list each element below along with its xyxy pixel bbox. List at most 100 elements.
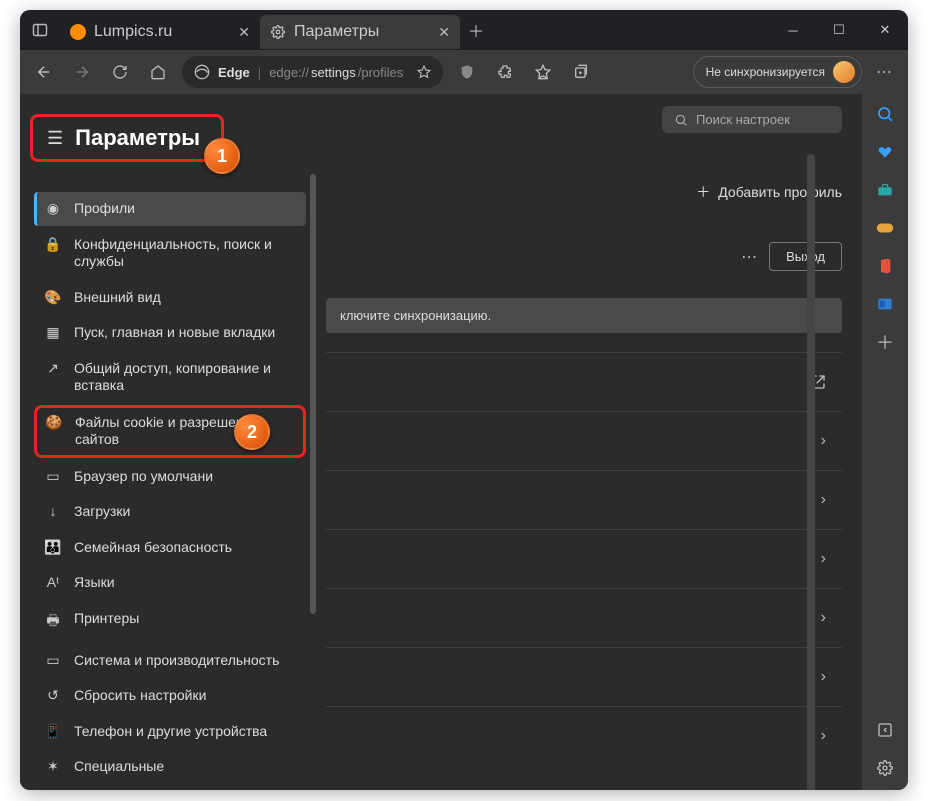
sidebar-scrollbar[interactable] xyxy=(310,174,316,614)
chevron-right-icon: › xyxy=(821,491,826,509)
settings-search[interactable]: Поиск настроек xyxy=(662,106,842,133)
sidebar-item-2[interactable]: 🎨Внешний вид xyxy=(34,281,306,315)
sidebar-outlook-icon[interactable] xyxy=(875,294,895,314)
more-options-icon[interactable]: ⋯ xyxy=(741,247,759,267)
sidebar-shopping-icon[interactable] xyxy=(875,142,895,162)
new-tab-button[interactable]: ＋ xyxy=(460,10,492,50)
menu-item-icon: ↗ xyxy=(44,360,62,377)
sidebar-collapse-icon[interactable] xyxy=(875,720,895,740)
sidebar-search-icon[interactable] xyxy=(875,104,895,124)
chevron-right-icon: › xyxy=(821,609,826,627)
sidebar-item-4[interactable]: ↗Общий доступ, копирование и вставка xyxy=(34,352,306,403)
menu-item-label: Конфиденциальность, поиск и службы xyxy=(74,236,296,271)
menu-item-label: Загрузки xyxy=(74,503,130,521)
sync-label: Не синхронизируется xyxy=(706,65,825,79)
chevron-right-icon: › xyxy=(821,668,826,686)
forward-button[interactable] xyxy=(68,58,96,86)
profile-sync-pill[interactable]: Не синхронизируется xyxy=(693,56,862,88)
menu-item-icon: 🔒 xyxy=(44,236,62,253)
sidebar-games-icon[interactable] xyxy=(875,218,895,238)
menu-item-icon: 📱 xyxy=(44,723,62,740)
content-area: Поиск настроек ＋ Добавить профиль ⋯ Выхо… xyxy=(20,94,908,790)
sidebar-item-12[interactable]: ↺Сбросить настройки xyxy=(34,679,306,713)
address-bar[interactable]: Edge | edge://settings/profiles xyxy=(182,56,443,88)
menu-item-icon: ▭ xyxy=(44,468,62,485)
menu-item-icon: 🍪 xyxy=(45,414,63,431)
sign-out-button[interactable]: Выход xyxy=(769,242,842,271)
menu-item-icon: 🎨 xyxy=(44,289,62,306)
menu-item-label: Профили xyxy=(74,200,135,218)
search-placeholder: Поиск настроек xyxy=(696,112,790,127)
chevron-right-icon: › xyxy=(821,727,826,745)
sidebar-item-13[interactable]: 📱 Телефон и другие устройства xyxy=(34,715,306,749)
sidebar-item-11[interactable]: ▭ Система и производительность xyxy=(34,644,306,678)
sidebar-office-icon[interactable] xyxy=(875,256,895,276)
chevron-right-icon: › xyxy=(821,550,826,568)
app-menu-button[interactable]: ⋯ xyxy=(872,62,898,82)
search-icon xyxy=(674,113,688,127)
home-button[interactable] xyxy=(144,58,172,86)
maximize-button[interactable]: ☐ xyxy=(816,10,862,50)
settings-title: Параметры xyxy=(75,125,200,151)
reload-button[interactable] xyxy=(106,58,134,86)
extensions-icon[interactable] xyxy=(491,58,519,86)
settings-header: ☰ Параметры xyxy=(30,114,224,162)
sidebar-item-8[interactable]: 👪 Семейная безопасность xyxy=(34,531,306,565)
sidebar-item-9[interactable]: AᵗЯзыки xyxy=(34,566,306,600)
menu-item-icon: ◉ xyxy=(44,200,62,217)
annotation-callout-2: 2 xyxy=(234,414,270,450)
favorite-star-icon[interactable] xyxy=(417,65,431,79)
menu-item-label: Принтеры xyxy=(74,610,139,628)
sidebar-item-1[interactable]: 🔒 Конфиденциальность, поиск и службы xyxy=(34,228,306,279)
tab-actions-icon[interactable] xyxy=(20,10,60,50)
settings-favicon-icon xyxy=(270,24,286,40)
settings-row[interactable]: › xyxy=(326,470,842,529)
menu-item-icon: ▭ xyxy=(44,652,62,669)
menu-item-label: Система и производительность xyxy=(74,652,279,670)
menu-item-icon: 🖶 xyxy=(44,610,62,634)
settings-row[interactable]: › xyxy=(326,411,842,470)
browser-window: Lumpics.ru ✕ Параметры ✕ ＋ ─ ☐ ✕ xyxy=(20,10,908,790)
settings-row[interactable]: › xyxy=(326,647,842,706)
collections-icon[interactable] xyxy=(567,58,595,86)
sidebar-item-6[interactable]: ▭Браузер по умолчани xyxy=(34,460,306,494)
menu-item-icon: ✶ xyxy=(44,758,62,775)
tab-lumpics[interactable]: Lumpics.ru ✕ xyxy=(60,15,260,49)
tab-settings[interactable]: Параметры ✕ xyxy=(260,15,460,49)
menu-item-label: Сбросить настройки xyxy=(74,687,206,705)
settings-row[interactable]: › xyxy=(326,706,842,765)
menu-item-label: Телефон и другие устройства xyxy=(74,723,267,741)
sidebar-tools-icon[interactable] xyxy=(875,180,895,200)
sidebar-settings-icon[interactable] xyxy=(875,758,895,778)
menu-item-icon: Aᵗ xyxy=(44,574,62,590)
shield-icon[interactable] xyxy=(453,58,481,86)
menu-item-label: Пуск, главная и новые вкладки xyxy=(74,324,275,342)
back-button[interactable] xyxy=(30,58,58,86)
sidebar-item-0[interactable]: ◉ Профили xyxy=(34,192,306,226)
menu-item-icon: 👪 xyxy=(44,539,62,556)
add-profile-button[interactable]: ＋ Добавить профиль xyxy=(696,182,842,202)
hamburger-icon[interactable]: ☰ xyxy=(47,128,63,149)
settings-row[interactable] xyxy=(326,352,842,411)
sidebar-add-icon[interactable]: ＋ xyxy=(875,332,895,352)
minimize-button[interactable]: ─ xyxy=(770,10,816,50)
tab-strip: Lumpics.ru ✕ Параметры ✕ ＋ xyxy=(60,10,770,50)
close-window-button[interactable]: ✕ xyxy=(862,10,908,50)
close-tab-icon[interactable]: ✕ xyxy=(438,24,450,41)
edge-logo-icon xyxy=(194,64,210,80)
profile-actions: ⋯ Выход xyxy=(741,242,842,271)
sidebar-item-3[interactable]: ▦Пуск, главная и новые вкладки xyxy=(34,316,306,350)
close-tab-icon[interactable]: ✕ xyxy=(238,24,250,41)
sidebar-item-7[interactable]: ↓Загрузки xyxy=(34,495,306,529)
window-controls: ─ ☐ ✕ xyxy=(770,10,908,50)
sidebar-item-10[interactable]: 🖶 Принтеры xyxy=(34,602,306,642)
settings-row[interactable]: › xyxy=(326,529,842,588)
titlebar: Lumpics.ru ✕ Параметры ✕ ＋ ─ ☐ ✕ xyxy=(20,10,908,50)
content-scrollbar[interactable] xyxy=(807,154,815,790)
sidebar-item-14[interactable]: ✶Специальные xyxy=(34,750,306,784)
menu-item-label: Семейная безопасность xyxy=(74,539,232,557)
annotation-callout-1: 1 xyxy=(204,138,240,174)
avatar-icon xyxy=(833,61,855,83)
favorites-icon[interactable] xyxy=(529,58,557,86)
settings-row[interactable]: › xyxy=(326,588,842,647)
